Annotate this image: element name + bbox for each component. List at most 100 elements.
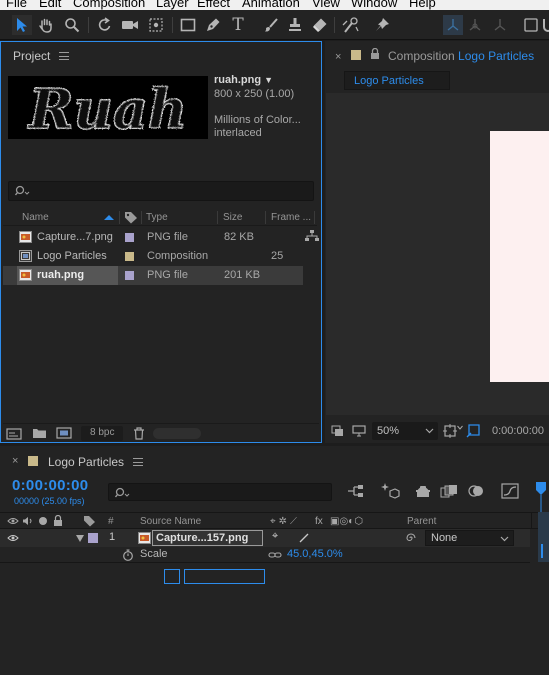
property-value[interactable]: 45.0,45.0% <box>287 548 343 560</box>
brush-tool-icon[interactable] <box>261 15 281 35</box>
constrain-proportions-icon[interactable] <box>268 551 282 559</box>
world-axis-mode-icon[interactable] <box>465 15 485 35</box>
snapping-icon[interactable] <box>538 15 549 35</box>
expand-triangle-icon[interactable] <box>76 535 84 542</box>
lock-icon[interactable] <box>370 48 380 60</box>
column-source-name[interactable]: Source Name <box>140 516 201 527</box>
transparency-grid-icon[interactable] <box>466 423 481 438</box>
hide-shy-layers-icon[interactable] <box>414 484 432 498</box>
project-tab-label[interactable]: Project <box>13 49 50 63</box>
menu-edit[interactable]: Edit <box>39 0 61 10</box>
frame-blending-icon[interactable] <box>440 484 458 498</box>
timeline-current-time[interactable]: 0:00:00:00 <box>12 477 88 494</box>
project-search-input[interactable] <box>8 181 314 201</box>
close-tab-icon[interactable]: × <box>12 455 18 467</box>
close-tab-icon[interactable]: × <box>335 51 341 63</box>
label-color-swatch[interactable] <box>125 271 134 280</box>
view-axis-mode-icon[interactable] <box>490 15 510 35</box>
menu-layer[interactable]: Layer <box>156 0 189 10</box>
project-item-name: ruah.png <box>37 269 85 281</box>
new-folder-icon[interactable] <box>32 427 47 439</box>
timeline-search-input[interactable] <box>108 483 332 501</box>
composition-current-time[interactable]: 0:00:00:00 <box>492 425 544 437</box>
column-frame-rate[interactable]: Frame ... <box>271 212 311 223</box>
column-parent[interactable]: Parent <box>407 516 436 527</box>
graph-editor-icon[interactable] <box>501 483 519 499</box>
video-visibility-icon[interactable] <box>7 534 19 542</box>
selected-item-colors: Millions of Color... <box>214 114 301 126</box>
layer-label-swatch[interactable] <box>88 533 98 543</box>
quality-switch-icon[interactable] <box>299 533 309 543</box>
label-color-swatch[interactable] <box>125 233 134 242</box>
audio-icon <box>23 517 32 525</box>
project-item-size: 82 KB <box>224 231 254 243</box>
menu-effect[interactable]: Effect <box>197 0 230 10</box>
rotate-tool-icon[interactable] <box>95 15 115 35</box>
png-file-icon <box>19 269 32 281</box>
chevron-down-icon <box>500 536 509 542</box>
pick-whip-icon[interactable] <box>405 532 417 544</box>
composition-tab[interactable]: Composition Logo Particles <box>388 49 534 63</box>
bpc-button[interactable]: 8 bpc <box>81 426 123 441</box>
rectangle-tool-icon[interactable] <box>178 15 198 35</box>
zoom-select[interactable]: 50% <box>372 422 438 440</box>
parent-select[interactable]: None <box>425 530 514 546</box>
project-item-row[interactable]: Capture...7.png PNG file 82 KB <box>3 228 303 247</box>
column-type[interactable]: Type <box>146 212 168 223</box>
interpret-footage-icon[interactable] <box>6 428 22 440</box>
label-color-swatch[interactable] <box>125 252 134 261</box>
clone-stamp-tool-icon[interactable] <box>285 15 305 35</box>
menu-composition[interactable]: Composition <box>73 0 145 10</box>
video-visibility-icon <box>7 518 19 524</box>
menu-view[interactable]: View <box>312 0 340 10</box>
sort-ascending-icon[interactable] <box>103 214 115 221</box>
marquee-rectangle <box>184 569 265 584</box>
work-area-bar[interactable] <box>538 512 549 562</box>
current-time-indicator-icon[interactable] <box>533 480 549 512</box>
comp-flow-subtab[interactable]: Logo Particles <box>344 71 450 90</box>
menu-animation[interactable]: Animation <box>242 0 300 10</box>
menu-window[interactable]: Window <box>351 0 397 10</box>
selection-tool-icon[interactable] <box>12 15 32 35</box>
new-composition-icon[interactable] <box>56 427 72 439</box>
flowchart-icon[interactable] <box>305 230 319 242</box>
motion-blur-icon[interactable] <box>467 484 485 498</box>
local-axis-mode-icon[interactable] <box>443 15 463 35</box>
draft-3d-icon[interactable] <box>380 482 400 500</box>
zoom-tool-icon[interactable] <box>62 15 82 35</box>
timeline-tab-label[interactable]: Logo Particles <box>48 455 124 469</box>
thumbnail-size-slider[interactable] <box>153 428 201 439</box>
project-item-row[interactable]: Logo Particles Composition 25 <box>3 247 303 266</box>
toolbar-separator <box>334 17 335 33</box>
camera-tool-icon[interactable] <box>120 15 140 35</box>
eraser-tool-icon[interactable] <box>310 15 330 35</box>
label-tag-icon[interactable] <box>124 211 138 224</box>
menu-help[interactable]: Help <box>409 0 436 10</box>
column-name[interactable]: Name <box>22 212 49 223</box>
type-tool-icon[interactable]: T <box>228 15 248 35</box>
puppet-pin-tool-icon[interactable] <box>372 15 392 35</box>
composition-bottom-bar: 50% 0:00:00:00 <box>326 420 549 442</box>
shy-switch-icon[interactable]: ⌖ <box>272 530 278 543</box>
trash-icon[interactable] <box>133 427 145 440</box>
chevron-down-icon[interactable] <box>457 425 463 431</box>
menu-file[interactable]: File <box>6 0 27 10</box>
chevron-down-icon <box>425 428 434 434</box>
usage-dropdown-arrow-icon[interactable]: ▼ <box>264 75 273 85</box>
pan-behind-tool-icon[interactable] <box>146 15 166 35</box>
hand-tool-icon[interactable] <box>36 15 56 35</box>
composition-canvas[interactable] <box>490 131 549 382</box>
always-preview-icon[interactable] <box>331 425 344 437</box>
monitor-icon[interactable] <box>352 425 366 437</box>
stopwatch-icon[interactable] <box>122 549 134 561</box>
pen-tool-icon[interactable] <box>203 15 223 35</box>
column-size[interactable]: Size <box>223 212 242 223</box>
project-panel-menu-icon[interactable] <box>59 52 69 60</box>
region-of-interest-icon[interactable] <box>443 424 457 438</box>
timeline-panel-menu-icon[interactable] <box>133 458 143 466</box>
roto-brush-tool-icon[interactable] <box>341 15 361 35</box>
project-item-row-selected[interactable]: ruah.png PNG file 201 KB <box>3 266 303 285</box>
layer-name-field[interactable]: Capture...157.png <box>152 530 263 546</box>
timeline-layer-row[interactable]: 1 Capture...157.png ⌖ None <box>0 529 530 547</box>
composition-mini-flowchart-icon[interactable] <box>347 484 365 498</box>
